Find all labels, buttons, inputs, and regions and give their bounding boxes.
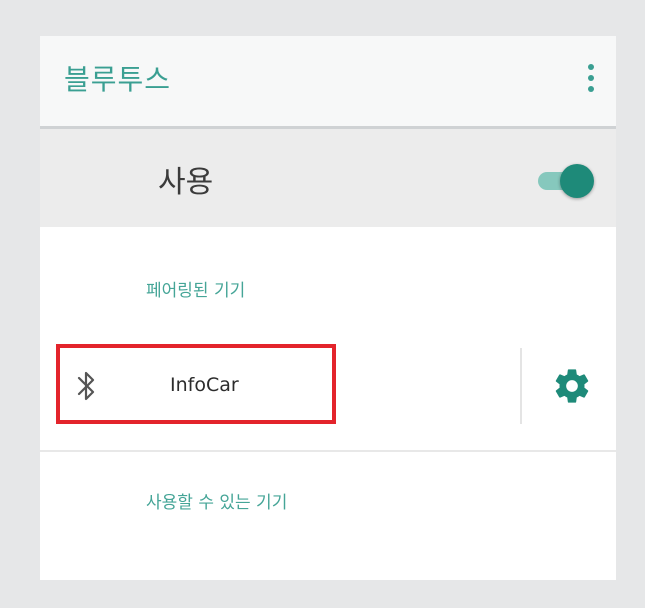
bluetooth-master-switch-row[interactable]: 사용 — [40, 129, 616, 227]
paired-devices-header: 페어링된 기기 — [146, 281, 246, 301]
toggle-thumb — [560, 164, 594, 198]
device-name: InfoCar — [170, 374, 239, 396]
row-divider — [520, 348, 522, 424]
more-vert-icon[interactable] — [584, 58, 598, 98]
gear-icon[interactable] — [552, 366, 592, 406]
section-divider — [40, 450, 616, 452]
paired-device-row[interactable]: InfoCar — [40, 338, 616, 450]
bluetooth-toggle[interactable] — [534, 164, 594, 198]
bluetooth-settings-panel: 블루투스 사용 페어링된 기기 InfoCar 사용할 수 있는 기기 — [40, 36, 616, 580]
master-switch-label: 사용 — [158, 165, 214, 200]
app-bar: 블루투스 — [40, 36, 616, 129]
page-title: 블루투스 — [64, 63, 172, 96]
available-devices-header: 사용할 수 있는 기기 — [146, 493, 288, 513]
bluetooth-icon — [77, 371, 95, 401]
